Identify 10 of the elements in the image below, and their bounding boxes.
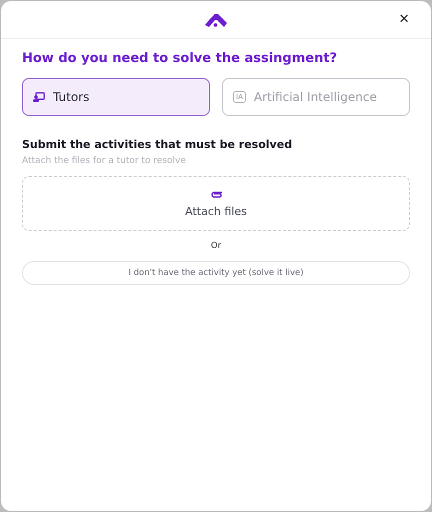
or-separator: Or xyxy=(210,241,222,251)
section-subtitle: Attach the files for a tutor to resolve xyxy=(22,156,187,166)
section-title: Submit the activities that must be resolved xyxy=(22,138,294,151)
question-heading: How do you need to solve the assingment? xyxy=(22,51,338,66)
person-board-icon xyxy=(33,92,45,102)
attach-dropzone[interactable]: Attach files xyxy=(22,176,410,231)
option-tab[interactable]: Tutors xyxy=(22,78,210,116)
paperclip-icon xyxy=(210,190,222,198)
close-button[interactable]: × xyxy=(397,10,411,28)
solve-live-button[interactable]: I don't have the activity yet (solve it live) xyxy=(22,261,410,285)
